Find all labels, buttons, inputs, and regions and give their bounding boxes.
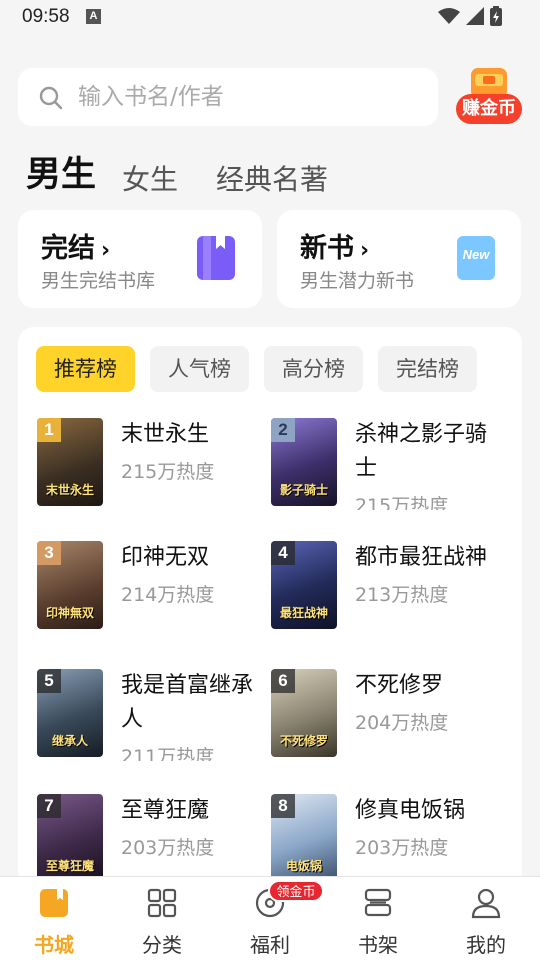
rank-number: 8 [271,794,295,818]
new-badge-icon: New [457,236,495,280]
completed-books-card[interactable]: 完结 › 男生完结书库 [18,210,262,308]
book-cover: 不死修罗 6 [271,669,337,757]
card-title: 完结 › [41,233,111,264]
profile-icon [471,888,501,919]
keyboard-indicator-icon: A [86,9,101,24]
book-title: 修真电饭锅 [355,798,466,823]
book-item[interactable]: 电饭锅 8 修真电饭锅 203万热度 [271,794,503,887]
book-cover: 印神無双 3 [37,541,103,629]
rank-number: 7 [37,794,61,818]
ranking-panel: 推荐榜 人气榜 高分榜 完结榜 末世永生 1 末世永生 215万热度 影子骑士 … [18,327,522,887]
new-books-card[interactable]: 新书 › 男生潜力新书 New [277,210,521,308]
book-title: 至尊狂魔 [121,798,210,823]
book-cover: 末世永生 1 [37,418,103,506]
search-bar[interactable] [18,68,438,126]
book-title: 杀神之影子骑士 [355,422,488,481]
search-icon [39,86,63,110]
book-heat: 211万热度 [121,746,215,761]
category-icon [147,888,177,918]
tab-male[interactable]: 男生 [26,146,96,196]
book-title: 印神无双 [121,545,210,570]
wifi-icon [438,8,460,24]
rank-tab-recommended[interactable]: 推荐榜 [36,346,135,392]
book-cover: 电饭锅 8 [271,794,337,882]
bookshelf-icon [364,888,392,917]
book-cover: 继承人 5 [37,669,103,757]
collect-coins-badge: 领金币 [268,880,324,902]
rank-number: 5 [37,669,61,693]
search-input[interactable] [78,68,418,126]
book-title: 我是首富继承人 [121,673,254,732]
tab-classics[interactable]: 经典名著 [216,158,328,196]
rank-number: 2 [271,418,295,442]
nav-bookshelf[interactable]: 书架 [324,877,432,960]
book-title: 末世永生 [121,422,210,447]
rank-number: 6 [271,669,295,693]
chevron-right-icon: › [360,238,370,263]
status-bar: 09:58 A [0,0,540,36]
book-item[interactable]: 至尊狂魔 7 至尊狂魔 203万热度 [37,794,269,887]
rank-number: 4 [271,541,295,565]
book-cover: 影子骑士 2 [271,418,337,506]
book-cover: 最狂战神 4 [271,541,337,629]
book-heat: 215万热度 [355,495,449,510]
book-item[interactable]: 影子骑士 2 杀神之影子骑士 215万热度 [271,418,503,510]
signal-icon [466,7,484,25]
book-heat: 204万热度 [355,712,449,734]
book-cover: 至尊狂魔 7 [37,794,103,882]
rank-number: 3 [37,541,61,565]
book-item[interactable]: 末世永生 1 末世永生 215万热度 [37,418,269,513]
earn-coins-label: 赚金币 [456,94,522,124]
nav-bookstore[interactable]: 书城 [0,877,108,960]
status-icons [438,6,502,26]
book-heat: 215万热度 [121,461,215,483]
battery-icon [490,6,502,26]
nav-profile[interactable]: 我的 [432,877,540,960]
chevron-right-icon: › [101,238,111,263]
rank-tab-high-score[interactable]: 高分榜 [264,346,363,392]
status-time: 09:58 [22,6,70,27]
book-item[interactable]: 最狂战神 4 都市最狂战神 213万热度 [271,541,503,636]
earn-coins-button[interactable]: 赚金币 [456,68,522,128]
book-title: 不死修罗 [355,673,444,698]
rank-tab-completed[interactable]: 完结榜 [378,346,477,392]
nav-category[interactable]: 分类 [108,877,216,960]
card-title: 新书 › [300,233,370,264]
book-icon [197,236,235,280]
rank-number: 1 [37,418,61,442]
book-heat: 214万热度 [121,584,215,606]
rank-tab-popular[interactable]: 人气榜 [150,346,249,392]
tab-female[interactable]: 女生 [122,158,178,196]
book-item[interactable]: 不死修罗 6 不死修罗 204万热度 [271,669,503,764]
card-subtitle: 男生潜力新书 [300,270,415,292]
card-subtitle: 男生完结书库 [41,270,156,292]
book-heat: 203万热度 [121,837,215,859]
book-heat: 203万热度 [355,837,449,859]
bookstore-icon [40,889,68,917]
book-item[interactable]: 印神無双 3 印神无双 214万热度 [37,541,269,636]
book-item[interactable]: 继承人 5 我是首富继承人 211万热度 [37,669,269,761]
book-heat: 213万热度 [355,584,449,606]
book-title: 都市最狂战神 [355,545,488,570]
